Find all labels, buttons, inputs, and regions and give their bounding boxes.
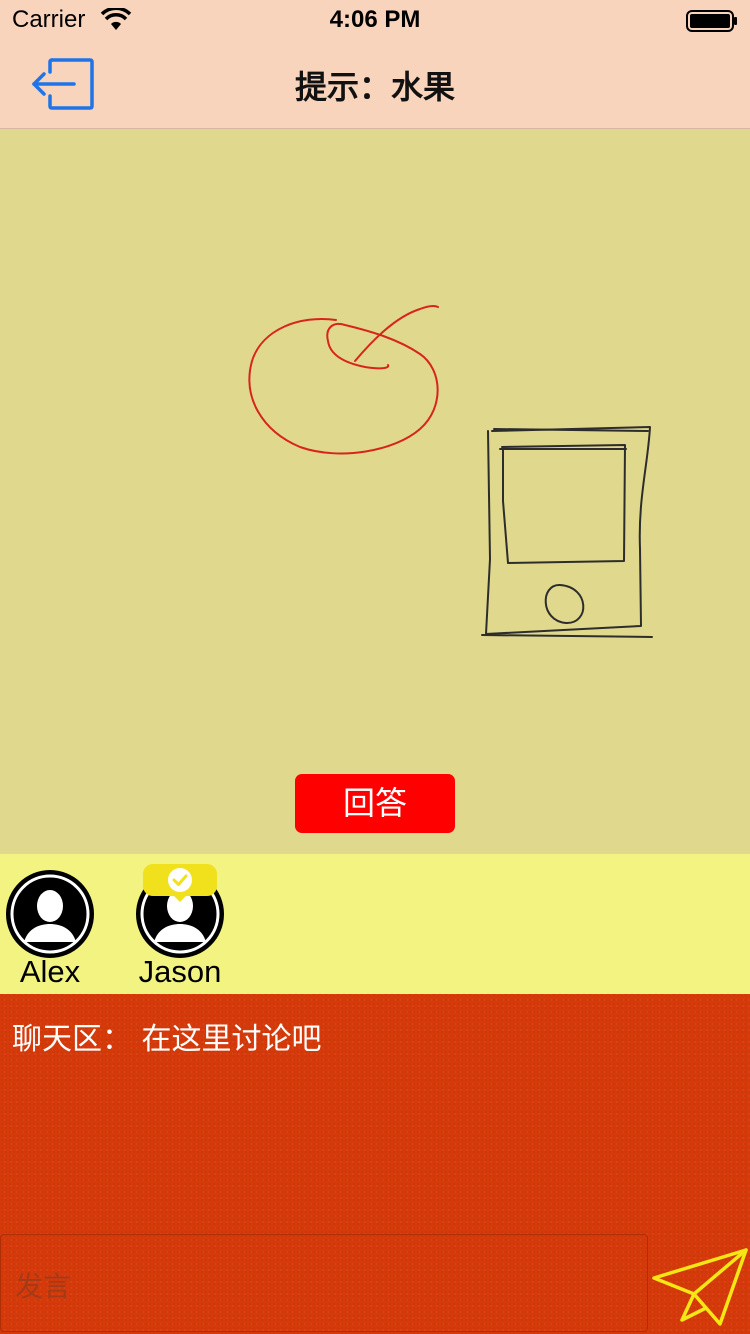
player-name: Jason: [138, 954, 222, 989]
chat-input-placeholder: 发言: [15, 1270, 72, 1303]
status-time: 4:06 PM: [329, 6, 421, 33]
status-bar: Carrier 4:06 PM: [0, 0, 750, 40]
chat-input[interactable]: 发言: [0, 1234, 648, 1332]
badge-pointer: [172, 894, 188, 902]
paper-plane-icon[interactable]: [650, 1246, 750, 1326]
player-jason[interactable]: Jason: [120, 854, 240, 994]
drawing-canvas[interactable]: 回答: [0, 129, 750, 854]
user-icon: [10, 874, 90, 954]
check-badge: [143, 864, 217, 902]
check-circle-icon: [168, 868, 192, 892]
player-name: Alex: [19, 954, 81, 989]
chat-hint: 聊天区： 在这里讨论吧: [12, 1022, 322, 1057]
chat-area: 聊天区： 在这里讨论吧 发言: [0, 994, 750, 1334]
player-list: Alex Jason: [0, 854, 750, 994]
nav-bar: 提示：水果: [0, 40, 750, 129]
battery-icon: [686, 10, 737, 32]
avatar: [6, 870, 94, 958]
sketch-drawing: [248, 304, 653, 638]
player-alex[interactable]: Alex: [0, 854, 110, 994]
page-title: 提示：水果: [294, 68, 455, 106]
answer-button[interactable]: 回答: [295, 774, 455, 833]
phone-sketch: [481, 426, 653, 638]
apple-sketch: [248, 304, 439, 455]
